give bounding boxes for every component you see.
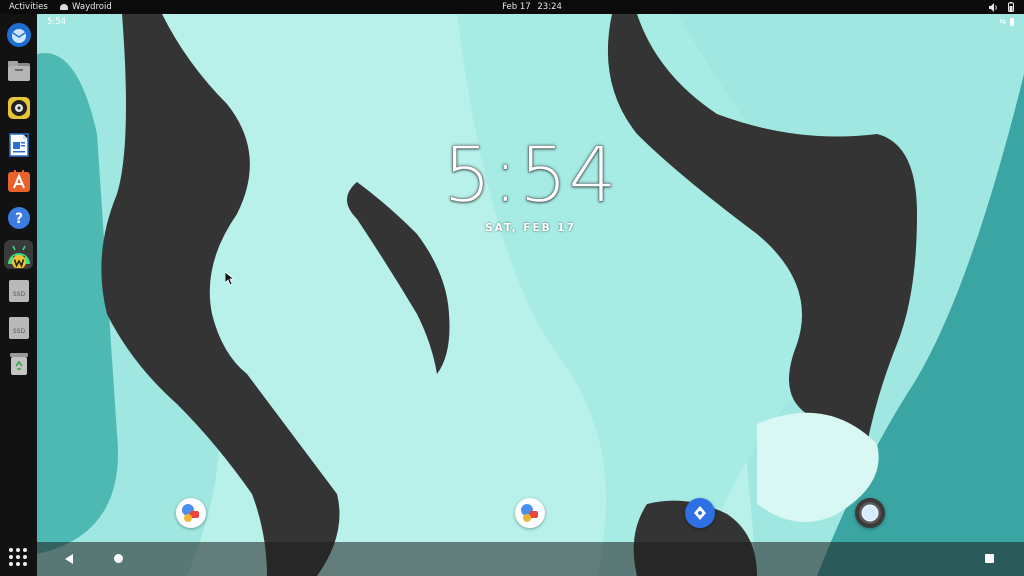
trash-icon — [9, 352, 28, 375]
writer-icon — [8, 132, 29, 157]
waydroid-screen[interactable]: 5:54 ⇆ 5:54 SAT, FEB 17 — [37, 14, 1024, 576]
rhythmbox-icon — [7, 96, 30, 119]
top-bar: Activities Waydroid Feb 17 23:24 — [0, 0, 1024, 14]
battery-icon — [1008, 2, 1014, 12]
mouse-cursor-icon — [225, 272, 235, 286]
lockscreen-date[interactable]: SAT, FEB 17 — [37, 222, 1024, 234]
back-icon[interactable] — [65, 554, 73, 564]
dock-item-help[interactable]: ? — [4, 203, 33, 232]
dock: ? SSD SSD — [0, 14, 37, 576]
dock-item-rhythmbox[interactable] — [4, 93, 33, 122]
home-app-messages-2[interactable] — [515, 498, 545, 528]
wallpaper — [37, 14, 1024, 576]
drive-1-label: SSD — [12, 291, 25, 298]
show-apps-button[interactable] — [9, 548, 27, 566]
android-nav-bar — [37, 542, 1024, 576]
home-app-navigation[interactable] — [685, 498, 715, 528]
home-icon[interactable] — [114, 554, 123, 563]
dock-item-writer[interactable] — [4, 130, 33, 159]
date-time[interactable]: Feb 17 23:24 — [0, 2, 1024, 12]
lockscreen-clock[interactable]: 5:54 — [37, 130, 1024, 220]
waydroid-icon — [7, 245, 30, 268]
date-label: Feb 17 — [502, 2, 531, 12]
software-icon — [7, 169, 30, 192]
apps-grid-icon — [9, 548, 13, 552]
signal-icon: ⇆ — [999, 17, 1006, 26]
dock-item-trash[interactable] — [4, 349, 33, 378]
messages-icon — [182, 504, 199, 522]
thunderbird-icon — [6, 22, 31, 47]
dock-item-drive-1[interactable]: SSD — [4, 276, 33, 305]
svg-text:?: ? — [14, 211, 22, 227]
android-status-icons: ⇆ — [999, 17, 1014, 27]
volume-icon — [989, 2, 997, 12]
recents-icon[interactable] — [985, 554, 994, 563]
dock-item-waydroid[interactable] — [4, 240, 33, 269]
dock-item-drive-2[interactable]: SSD — [4, 313, 33, 342]
home-app-camera[interactable] — [855, 498, 885, 528]
help-icon: ? — [7, 206, 30, 229]
android-battery-icon — [1010, 18, 1014, 26]
home-app-messages[interactable] — [176, 498, 206, 528]
ssd-icon: SSD — [8, 279, 29, 302]
dock-item-thunderbird[interactable] — [4, 20, 33, 49]
time-label: 23:24 — [537, 2, 562, 12]
dock-item-files[interactable] — [4, 56, 33, 85]
system-tray[interactable] — [989, 2, 1014, 12]
dock-item-software[interactable] — [4, 166, 33, 195]
drive-2-label: SSD — [12, 328, 25, 335]
camera-icon — [859, 502, 881, 524]
ssd-icon: SSD — [8, 316, 29, 339]
android-status-time: 5:54 — [47, 17, 67, 27]
messages-icon — [521, 504, 538, 522]
files-icon — [7, 60, 30, 81]
navigation-icon — [694, 506, 706, 520]
